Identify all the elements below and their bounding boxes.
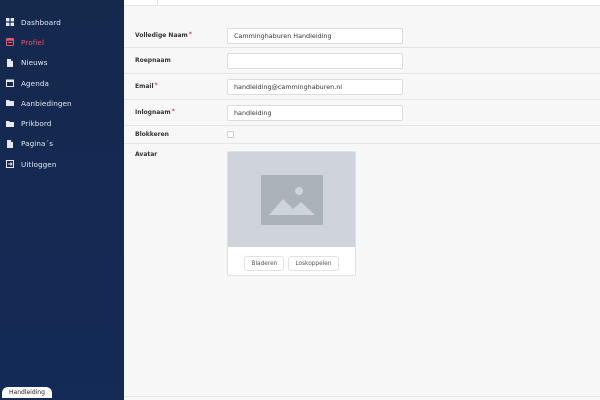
- sidebar-item-profiel[interactable]: Profiel: [0, 32, 124, 52]
- blocked-label: Blokkeren: [135, 131, 169, 138]
- top-bar: [124, 0, 600, 6]
- sidebar-item-nieuws[interactable]: Nieuws: [0, 53, 124, 73]
- news-icon: [6, 58, 14, 67]
- main-content: Volledige Naam* Roepnaam Email* Inlognaa…: [124, 0, 600, 400]
- full-name-label: Volledige Naam*: [135, 31, 192, 39]
- form-row-email: Email*: [124, 74, 600, 100]
- calendar-icon: [6, 79, 14, 88]
- avatar-card: Bladeren Loskoppelen: [227, 151, 356, 276]
- sidebar-item-label: Dashboard: [21, 17, 61, 27]
- nickname-label: Roepnaam: [135, 57, 171, 64]
- board-icon: [6, 120, 14, 128]
- form-row-full-name: Volledige Naam*: [124, 24, 600, 48]
- profile-icon: [6, 38, 14, 47]
- form-row-username: Inlognaam*: [124, 100, 600, 126]
- browse-button[interactable]: Bladeren: [244, 256, 285, 271]
- image-placeholder-icon: [261, 175, 323, 225]
- folder-icon: [6, 99, 14, 107]
- avatar-label: Avatar: [135, 151, 158, 158]
- sidebar-item-label: Aanbiedingen: [21, 98, 72, 108]
- dashboard-icon: [6, 18, 14, 27]
- form-row-nickname: Roepnaam: [124, 48, 600, 74]
- logout-icon: [6, 160, 14, 169]
- sidebar-item-label: Agenda: [21, 78, 50, 88]
- sidebar-item-label: Pagina´s: [21, 139, 54, 149]
- email-input[interactable]: [227, 78, 403, 95]
- blocked-checkbox[interactable]: [227, 131, 234, 138]
- avatar-actions: Bladeren Loskoppelen: [228, 247, 355, 271]
- full-name-input[interactable]: [227, 27, 403, 44]
- sidebar-item-label: Uitloggen: [21, 159, 57, 169]
- required-marker: *: [154, 82, 158, 89]
- avatar-preview: [228, 152, 355, 247]
- email-label: Email*: [135, 82, 158, 90]
- manual-badge[interactable]: Handleiding: [2, 387, 52, 398]
- profile-form: Volledige Naam* Roepnaam Email* Inlognaa…: [124, 24, 600, 276]
- sidebar-nav: Dashboard Profiel Nieuws Agenda Aanbiedi…: [0, 0, 124, 174]
- form-row-blocked: Blokkeren: [124, 126, 600, 144]
- sidebar: Dashboard Profiel Nieuws Agenda Aanbiedi…: [0, 0, 124, 400]
- nickname-input[interactable]: [227, 52, 403, 69]
- username-input[interactable]: [227, 104, 403, 121]
- username-label: Inlognaam*: [135, 108, 175, 116]
- unlink-button[interactable]: Loskoppelen: [288, 256, 339, 271]
- required-marker: *: [171, 108, 175, 115]
- sidebar-item-label: Prikbord: [21, 119, 52, 129]
- required-marker: *: [188, 31, 192, 38]
- sidebar-item-dashboard[interactable]: Dashboard: [0, 12, 124, 32]
- sidebar-item-aanbiedingen[interactable]: Aanbiedingen: [0, 93, 124, 113]
- form-row-avatar: Avatar Bladeren Loskoppelen: [124, 144, 600, 276]
- sidebar-item-label: Nieuws: [21, 58, 48, 68]
- bottom-divider: [124, 396, 600, 397]
- sidebar-item-uitloggen[interactable]: Uitloggen: [0, 154, 124, 174]
- sidebar-item-agenda[interactable]: Agenda: [0, 73, 124, 93]
- pages-icon: [6, 139, 14, 148]
- sidebar-item-paginas[interactable]: Pagina´s: [0, 134, 124, 154]
- sidebar-item-prikbord[interactable]: Prikbord: [0, 113, 124, 133]
- sidebar-item-label: Profiel: [21, 37, 45, 47]
